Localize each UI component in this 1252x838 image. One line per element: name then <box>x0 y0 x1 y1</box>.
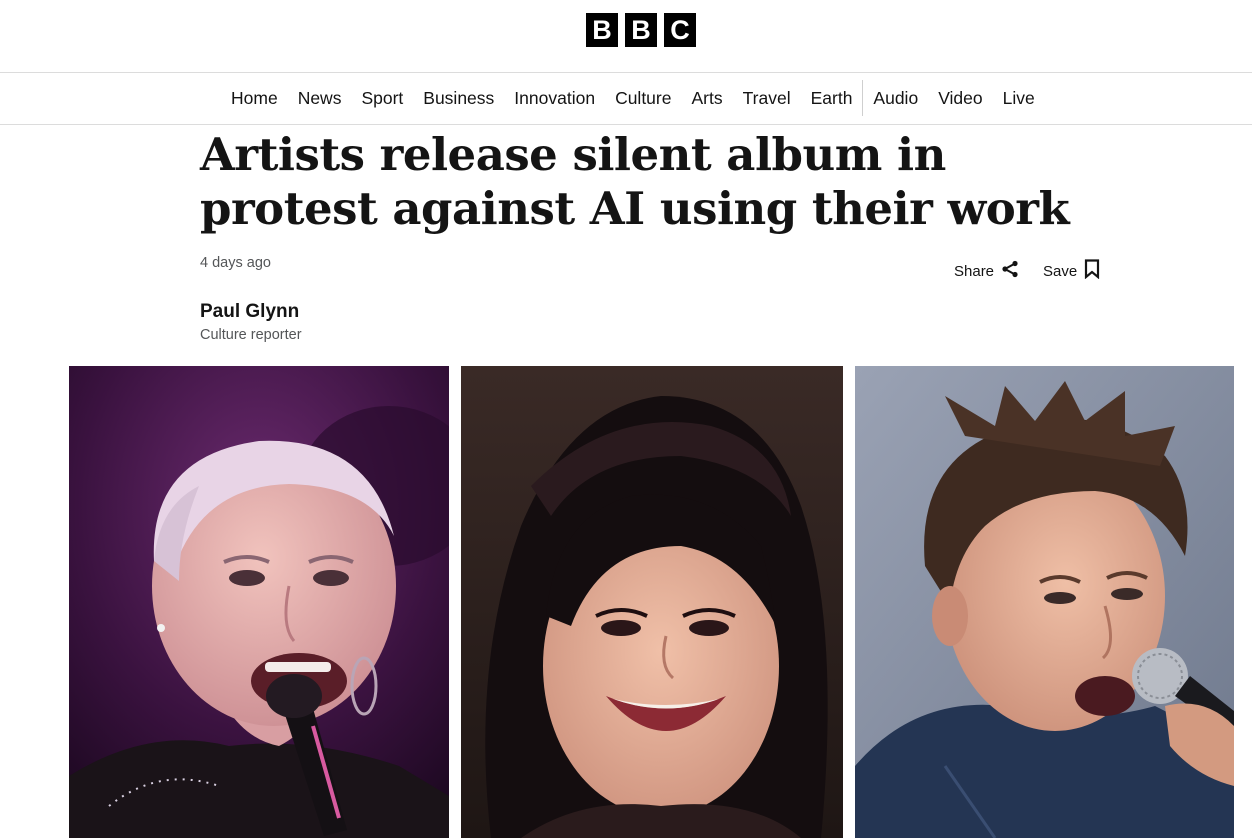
save-button[interactable]: Save <box>1043 259 1100 283</box>
share-label: Share <box>954 262 995 280</box>
article-timestamp: 4 days ago <box>200 255 271 271</box>
author-role: Culture reporter <box>200 327 302 343</box>
nav-item-innovation[interactable]: Innovation <box>504 72 605 124</box>
nav-item-video[interactable]: Video <box>928 72 992 124</box>
nav-item-home[interactable]: Home <box>221 72 288 124</box>
author-name[interactable]: Paul Glynn <box>200 301 299 323</box>
nav-item-culture[interactable]: Culture <box>605 72 681 124</box>
save-label: Save <box>1043 262 1078 280</box>
share-icon <box>1001 260 1019 282</box>
site-header: B B C <box>0 0 1252 73</box>
nav-item-business[interactable]: Business <box>413 72 504 124</box>
nav-list: Home News Sport Business Innovation Cult… <box>221 72 1045 124</box>
nav-item-sport[interactable]: Sport <box>351 72 413 124</box>
article-photo-singer-silver-hair <box>69 366 449 838</box>
article-photo-smiling-woman-dark-hair <box>461 366 843 838</box>
share-button[interactable]: Share <box>954 260 1019 282</box>
bookmark-icon <box>1084 259 1100 283</box>
nav-item-audio[interactable]: Audio <box>863 72 928 124</box>
article-photo-male-singer-microphone <box>855 366 1234 838</box>
nav-item-news[interactable]: News <box>288 72 352 124</box>
logo-letter: C <box>664 13 696 47</box>
logo-letter: B <box>625 13 657 47</box>
bbc-logo[interactable]: B B C <box>586 13 696 47</box>
main-navigation: Home News Sport Business Innovation Cult… <box>0 72 1252 125</box>
nav-item-arts[interactable]: Arts <box>681 72 732 124</box>
nav-item-live[interactable]: Live <box>993 72 1045 124</box>
nav-item-travel[interactable]: Travel <box>733 72 801 124</box>
article-actions: Share Save <box>954 259 1100 283</box>
nav-item-earth[interactable]: Earth <box>801 72 863 124</box>
article-headline: Artists release silent album in protest … <box>200 128 1070 235</box>
logo-letter: B <box>586 13 618 47</box>
